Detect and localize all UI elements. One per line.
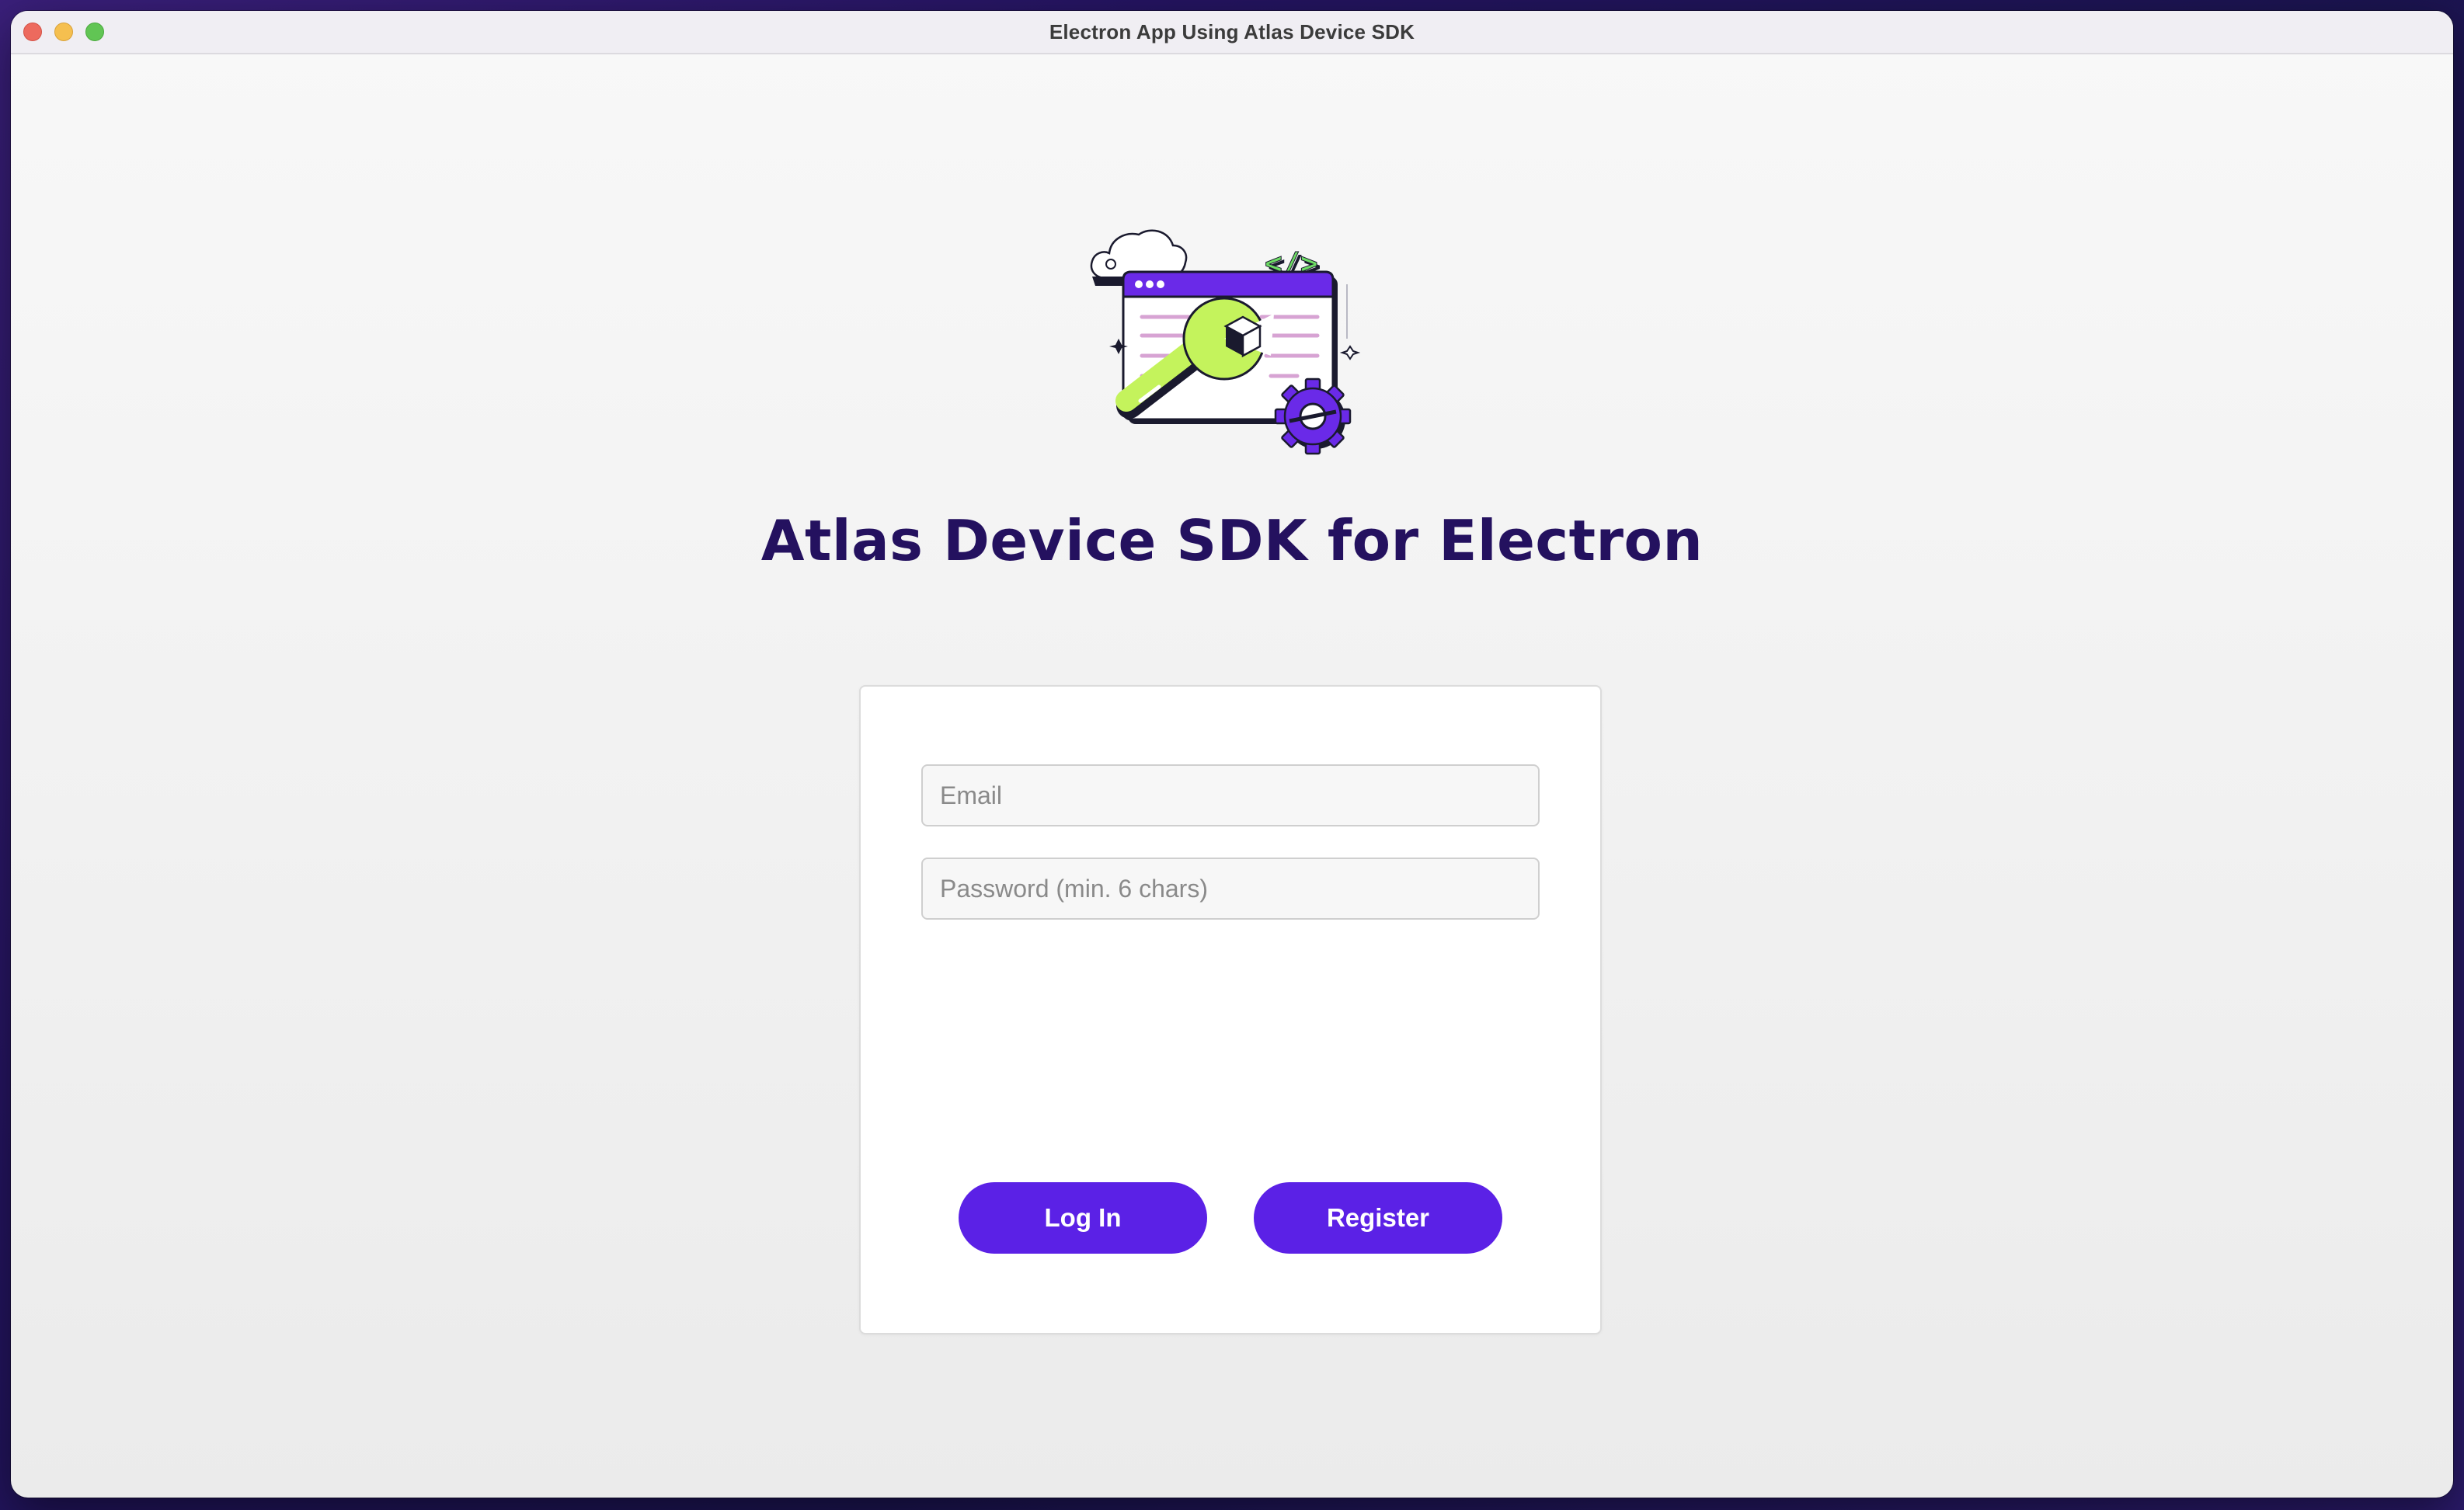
app-window: Electron App Using Atlas Device SDK </> … <box>11 11 2453 1498</box>
page-title: Atlas Device SDK for Electron <box>760 508 1704 573</box>
window-title: Electron App Using Atlas Device SDK <box>1049 19 1415 43</box>
register-button[interactable]: Register <box>1254 1182 1502 1254</box>
log-in-button[interactable]: Log In <box>959 1182 1207 1254</box>
minimize-window-button[interactable] <box>54 23 73 41</box>
password-field[interactable] <box>921 858 1540 920</box>
title-bar[interactable]: Electron App Using Atlas Device SDK <box>11 11 2453 54</box>
email-field[interactable] <box>921 764 1540 826</box>
gear-icon <box>1274 378 1352 455</box>
browser-wrench-gear-illustration: </> </> <box>1090 229 1361 455</box>
traffic-lights <box>23 23 104 41</box>
maximize-window-button[interactable] <box>85 23 104 41</box>
login-card: Log In Register <box>859 685 1602 1334</box>
close-window-button[interactable] <box>23 23 42 41</box>
